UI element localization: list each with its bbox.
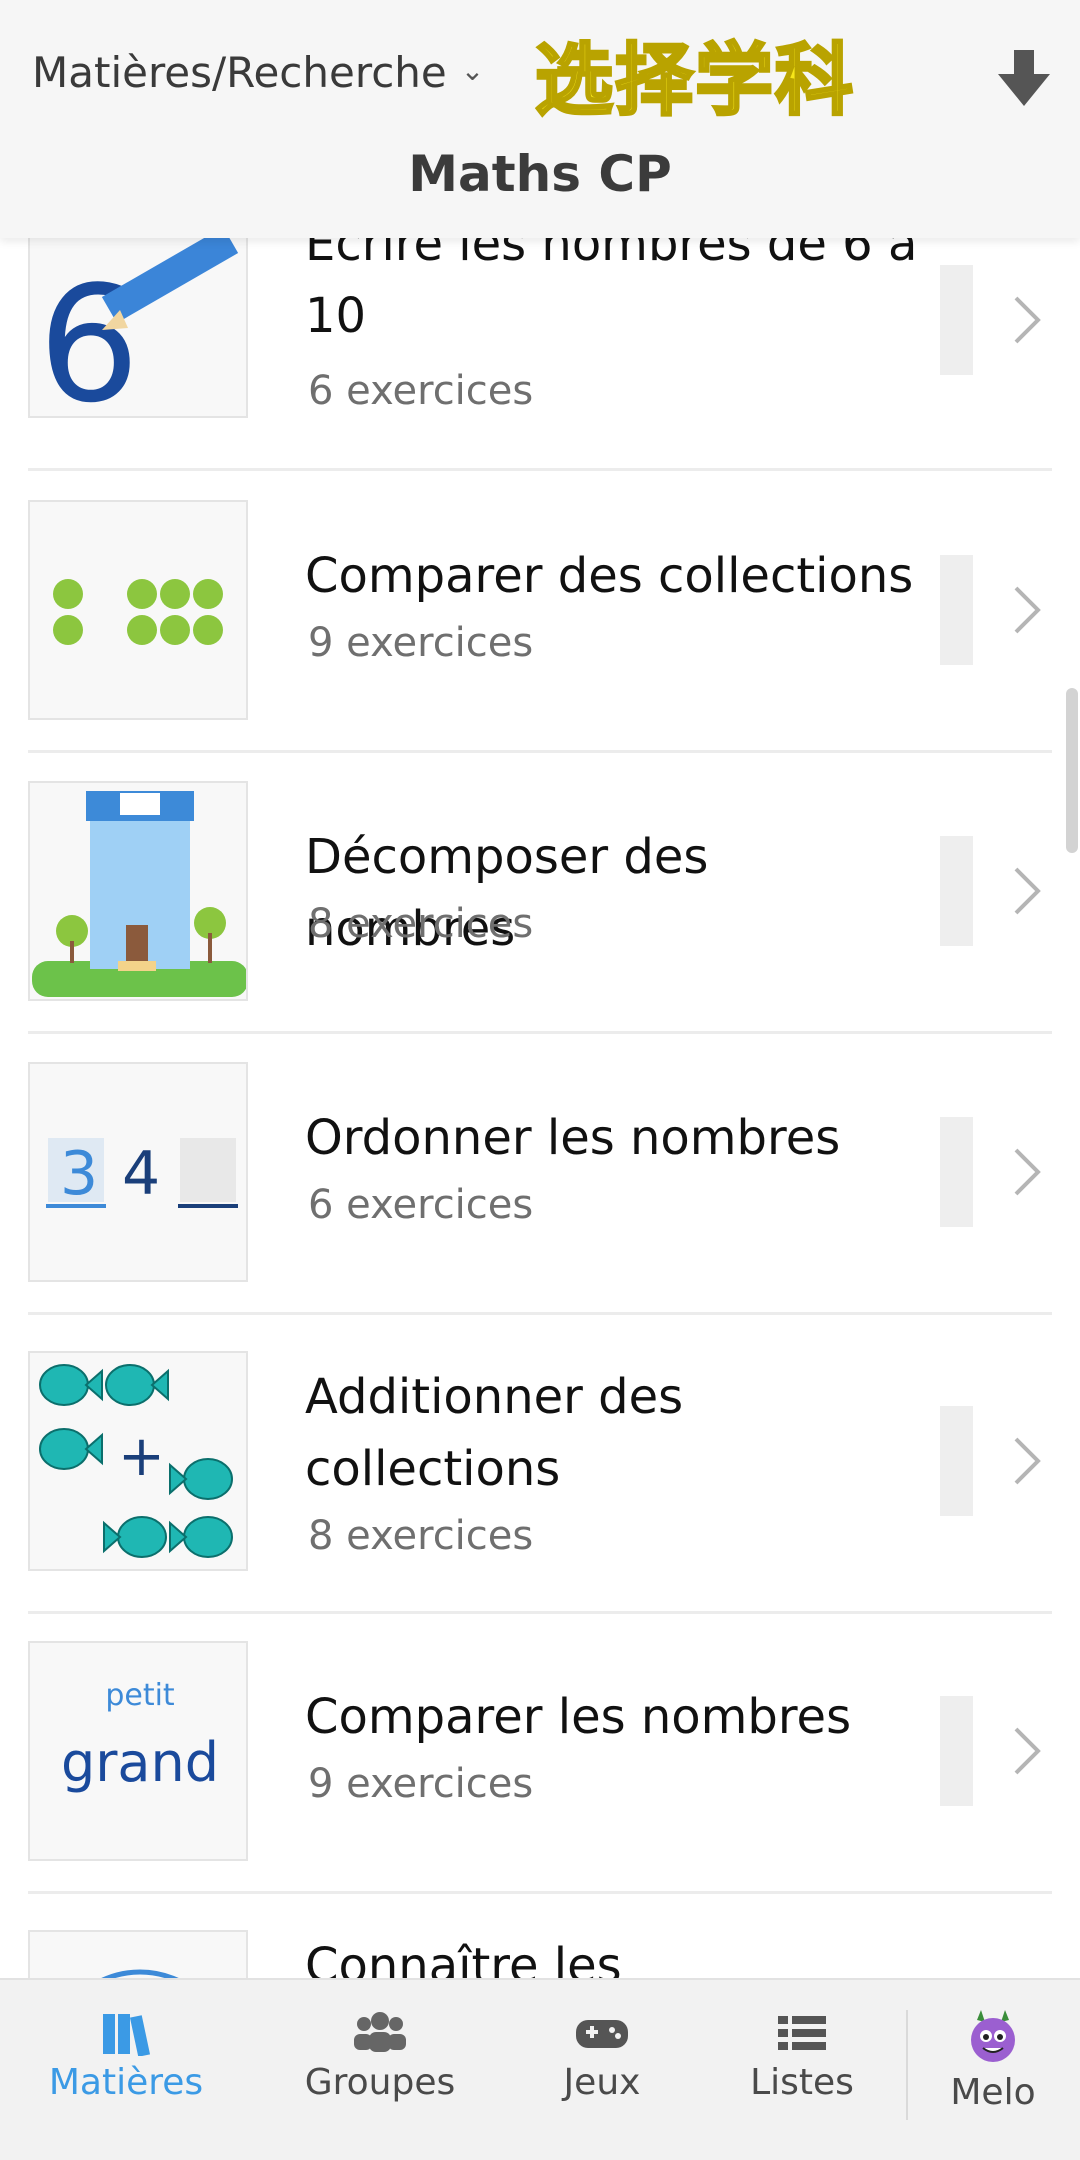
item-title: Comparer les nombres: [305, 1689, 852, 1745]
tab-melo[interactable]: Melo: [903, 2010, 1080, 2113]
chapter-list[interactable]: 6 Ecrire les nombres de 6 à 10 6 exercice…: [0, 238, 1080, 1978]
progress-bar: [940, 1117, 973, 1227]
divider: [28, 1312, 1052, 1315]
bottom-tab-bar: Matières Groupes Jeux Listes Melo: [0, 1978, 1080, 2160]
tab-jeux[interactable]: Jeux: [512, 2010, 692, 2103]
divider: [28, 1891, 1052, 1894]
svg-text:6: 6: [38, 251, 140, 418]
thumb-fish-image: +: [28, 1351, 248, 1571]
download-icon[interactable]: [996, 48, 1052, 108]
books-icon: [103, 2014, 151, 2056]
tab-label: Matières: [48, 2062, 204, 2103]
item-title: Ecrire les nombres de 6 à 10: [305, 238, 918, 344]
list-icon: [778, 2016, 826, 2050]
chevron-down-icon: ⌄: [460, 54, 485, 87]
subjects-search-dropdown[interactable]: Matières/Recherche ⌄: [32, 48, 484, 97]
tab-label: Listes: [750, 2062, 854, 2103]
divider: [28, 1611, 1052, 1614]
overlay-caption: 选择学科: [533, 35, 856, 128]
svg-text:grand: grand: [61, 1731, 219, 1794]
thumb-circle-image: [28, 1930, 248, 1978]
chevron-right-icon: [1014, 867, 1041, 915]
item-subtitle: 6 exercices: [308, 1182, 534, 1228]
nav-dropdown-label: Matières/Recherche: [32, 48, 447, 97]
svg-text:4: 4: [122, 1139, 160, 1209]
item-title: Ordonner les nombres: [305, 1110, 841, 1166]
item-subtitle: 6 exercices: [308, 368, 534, 414]
gamepad-icon: [576, 2020, 628, 2048]
tab-listes[interactable]: Listes: [712, 2010, 892, 2103]
item-subtitle: 9 exercices: [308, 620, 534, 666]
progress-bar: [940, 836, 973, 946]
tab-matieres[interactable]: Matières: [36, 2010, 216, 2103]
svg-text:+: +: [118, 1424, 165, 1489]
tab-label: Jeux: [563, 2062, 641, 2103]
scrollbar[interactable]: [1066, 688, 1078, 853]
thumb-building-image: [28, 781, 248, 1001]
chevron-right-icon: [1014, 1148, 1041, 1196]
people-icon: [354, 2012, 406, 2052]
progress-bar: [940, 555, 973, 665]
item-subtitle: 9 exercices: [308, 1761, 534, 1807]
divider: [28, 750, 1052, 753]
thumb-apples-image: [28, 500, 248, 720]
divider: [28, 1031, 1052, 1034]
item-title: Connaître les: [305, 1938, 622, 1978]
divider: [28, 468, 1052, 471]
progress-bar: [940, 1696, 973, 1806]
item-title: Comparer des collections: [305, 548, 914, 604]
chevron-right-icon: [1014, 296, 1041, 344]
thumb-petit-grand-image: petit grand: [28, 1641, 248, 1861]
thumb-number-six-image: 6: [28, 238, 248, 418]
svg-text:petit: petit: [105, 1678, 175, 1713]
thumb-numbers-image: 3 4: [28, 1062, 248, 1282]
item-subtitle: 8 exercices: [308, 901, 534, 947]
item-subtitle: 8 exercices: [308, 1513, 534, 1559]
tab-label: Groupes: [304, 2062, 456, 2103]
item-title: Additionner des collections: [305, 1369, 684, 1497]
chevron-right-icon: [1014, 1727, 1041, 1775]
svg-text:3: 3: [60, 1139, 98, 1209]
app-header: Matières/Recherche ⌄ 选择学科 Maths CP: [0, 0, 1080, 238]
tab-groupes[interactable]: Groupes: [290, 2010, 470, 2103]
chevron-right-icon: [1014, 586, 1041, 634]
chevron-right-icon: [1014, 1437, 1041, 1485]
progress-bar: [940, 1406, 973, 1516]
page-title: Maths CP: [408, 145, 672, 203]
progress-bar: [940, 265, 973, 375]
tab-label: Melo: [950, 2072, 1036, 2113]
monster-avatar-icon: [971, 2010, 1015, 2062]
